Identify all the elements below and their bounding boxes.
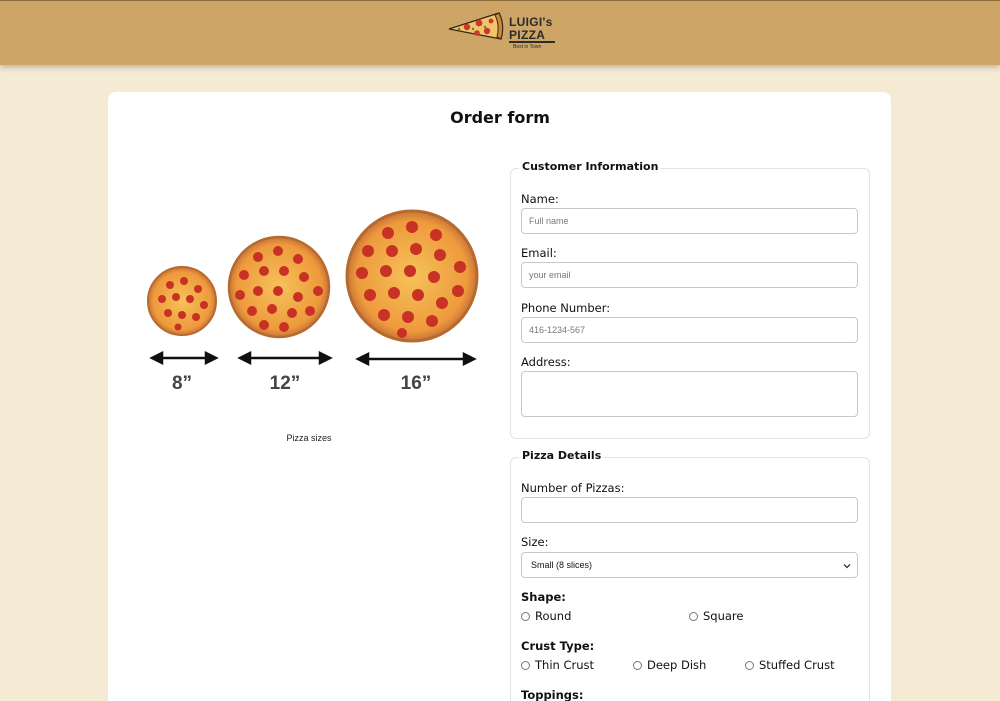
name-input[interactable] [521, 208, 858, 234]
pizza-details-legend: Pizza Details [519, 449, 605, 462]
pizza-12-image [227, 235, 331, 339]
address-input[interactable] [521, 371, 858, 417]
crust-stuffed-radio[interactable]: Stuffed Crust [745, 658, 835, 672]
pizza-sizes-figure: 8” 12” 16” [140, 205, 485, 400]
shape-square-radio[interactable]: Square [689, 609, 744, 623]
phone-input[interactable] [521, 317, 858, 343]
logo-text-line1: LUIGI's [509, 15, 553, 29]
chevron-down-icon [843, 564, 851, 569]
shape-round-radio[interactable]: Round [521, 609, 571, 623]
email-label: Email: [521, 246, 557, 260]
shape-square-label: Square [703, 609, 744, 623]
radio-circle-icon [521, 611, 530, 621]
crust-deep-radio[interactable]: Deep Dish [633, 658, 706, 672]
size-label: Size: [521, 535, 549, 549]
pizza-16-image [345, 209, 479, 343]
pizza-slice-icon [448, 12, 504, 40]
crust-label: Crust Type: [521, 639, 595, 653]
site-header: LUIGI's PIZZA Best in Town [0, 0, 1000, 65]
radio-circle-icon [521, 660, 530, 670]
name-label: Name: [521, 192, 559, 206]
address-label: Address: [521, 355, 571, 369]
radio-circle-icon [633, 660, 642, 670]
size-label-8: 8” [172, 373, 192, 394]
page-title: Order form [450, 108, 550, 127]
radio-circle-icon [689, 611, 698, 621]
shape-label: Shape: [521, 590, 566, 604]
pizza-count-label: Number of Pizzas: [521, 481, 625, 495]
size-label-16: 16” [401, 373, 432, 394]
customer-info-legend: Customer Information [519, 160, 662, 173]
toppings-label: Toppings: [521, 688, 584, 701]
crust-thin-label: Thin Crust [535, 658, 594, 672]
logo-text-line2: PIZZA [509, 28, 546, 42]
crust-deep-label: Deep Dish [647, 658, 707, 672]
pizza-count-input[interactable] [521, 497, 858, 523]
crust-stuffed-label: Stuffed Crust [759, 658, 835, 672]
logo-tagline: Best in Town [513, 44, 542, 50]
shape-round-label: Round [535, 609, 572, 623]
pizza-8-image [147, 266, 217, 336]
size-select[interactable]: Small (8 slices) [521, 552, 858, 578]
figure-caption: Pizza sizes [286, 433, 332, 443]
phone-label: Phone Number: [521, 301, 611, 315]
radio-circle-icon [745, 660, 754, 670]
crust-thin-radio[interactable]: Thin Crust [521, 658, 594, 672]
size-label-12: 12” [270, 373, 301, 394]
email-input[interactable] [521, 262, 858, 288]
size-select-value: Small (8 slices) [531, 560, 593, 570]
luigis-pizza-logo[interactable]: LUIGI's PIZZA Best in Town [447, 11, 557, 55]
